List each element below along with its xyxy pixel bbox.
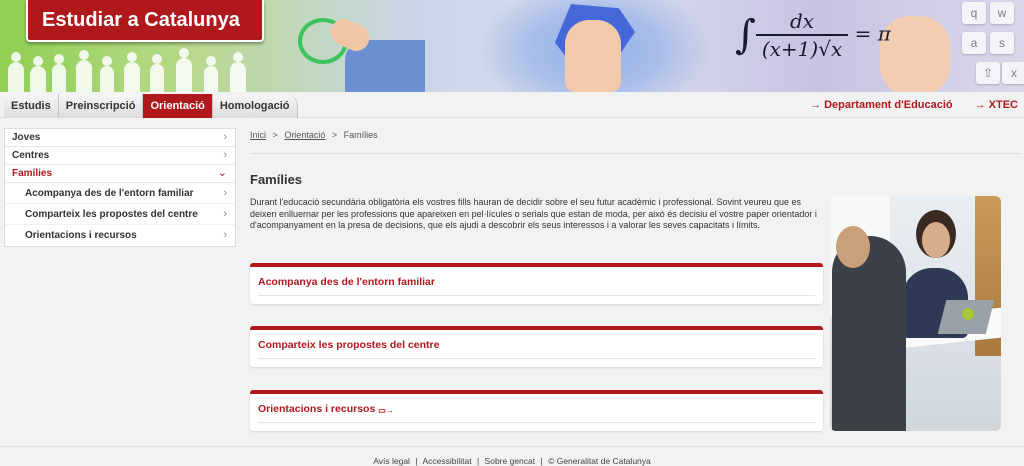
footer-link-accessibilitat[interactable]: Accessibilitat — [422, 456, 471, 466]
chevron-right-icon: › — [223, 208, 227, 220]
tab-preinscripcio[interactable]: Preinscripció — [58, 94, 144, 118]
breadcrumb-home[interactable]: Inici — [250, 130, 266, 140]
xtec-link[interactable]: → XTEC — [975, 92, 1018, 118]
card-divider — [258, 358, 815, 359]
card-title[interactable]: Acompanya des de l'entorn familiar — [258, 276, 435, 288]
intro-text: Durant l'educació secundària obligatòria… — [250, 197, 817, 230]
external-links: → Departament d'Educació → XTEC — [810, 92, 1018, 118]
card-title[interactable]: Comparteix les propostes del centre — [258, 339, 439, 351]
hand-illustration — [565, 20, 621, 92]
top-navigation: Estudis Preinscripció Orientació Homolog… — [0, 92, 1024, 118]
arrow-right-icon: → — [974, 99, 986, 111]
card-orientacions[interactable]: Orientacions i recursos ▭→ — [250, 390, 823, 431]
family-meeting-photo — [830, 196, 1001, 431]
sidebar-subitem-orientacions[interactable]: Orientacions i recursos › — [5, 225, 235, 246]
key-a: a — [962, 32, 986, 54]
chevron-down-icon: ⌄ — [217, 167, 227, 179]
people-silhouettes — [0, 48, 270, 92]
footer-separator: | — [540, 456, 543, 466]
link-label: Departament d'Educació — [824, 99, 953, 111]
sidebar-menu: Joves › Centres › Famílies ⌄ Acompanya d… — [4, 128, 236, 247]
key-x: x — [1002, 62, 1024, 84]
sidebar-item-label: Famílies — [12, 168, 53, 179]
divider — [250, 153, 1020, 154]
footer: Avís legal | Accessibilitat | Sobre genc… — [0, 456, 1024, 466]
page-title: Famílies — [250, 172, 303, 187]
footer-separator: | — [415, 456, 418, 466]
breadcrumb: Inici > Orientació > Famílies — [250, 130, 378, 140]
arrow-right-icon: → — [810, 99, 822, 111]
sidebar-subitem-comparteix[interactable]: Comparteix les propostes del centre › — [5, 204, 235, 225]
chevron-right-icon: › — [223, 131, 227, 143]
card-acompanya[interactable]: Acompanya des de l'entorn familiar — [250, 263, 823, 304]
chevron-right-icon: › — [223, 149, 227, 161]
sidebar-item-families[interactable]: Famílies ⌄ — [5, 165, 235, 183]
footer-link-sobre-gencat[interactable]: Sobre gencat — [485, 456, 536, 466]
key-q: q — [962, 2, 986, 24]
tab-orientacio[interactable]: Orientació — [143, 94, 213, 118]
link-label: XTEC — [988, 99, 1018, 111]
sidebar-subitem-acompanya[interactable]: Acompanya des de l'entorn familiar › — [5, 183, 235, 204]
chevron-right-icon: › — [223, 187, 227, 199]
departament-educacio-link[interactable]: → Departament d'Educació — [810, 92, 953, 118]
tab-homologacio[interactable]: Homologació — [212, 94, 298, 118]
sidebar-subitem-label: Orientacions i recursos — [25, 230, 137, 241]
breadcrumb-separator: > — [272, 130, 278, 140]
card-comparteix[interactable]: Comparteix les propostes del centre — [250, 326, 823, 367]
breadcrumb-section[interactable]: Orientació — [284, 130, 325, 140]
footer-copyright[interactable]: © Generalitat de Catalunya — [548, 456, 651, 466]
chevron-right-icon: › — [223, 229, 227, 241]
key-w: w — [990, 2, 1014, 24]
site-title[interactable]: Estudiar a Catalunya — [26, 0, 264, 42]
footer-divider — [0, 446, 1024, 447]
sidebar-subitem-label: Acompanya des de l'entorn familiar — [25, 188, 194, 199]
key-s: s — [990, 32, 1014, 54]
sidebar-item-label: Joves — [12, 132, 41, 143]
card-title: Orientacions i recursos — [258, 403, 376, 415]
math-formula-illustration: ∫ dx (x+1)√x = π — [735, 9, 891, 61]
tab-estudis[interactable]: Estudis — [4, 94, 59, 118]
breadcrumb-current: Famílies — [343, 130, 378, 140]
sidebar-item-centres[interactable]: Centres › — [5, 147, 235, 165]
card-title-wrapper[interactable]: Orientacions i recursos ▭→ — [258, 403, 394, 415]
sidebar-subitem-label: Comparteix les propostes del centre — [25, 209, 198, 220]
footer-link-avis-legal[interactable]: Avís legal — [373, 456, 410, 466]
breadcrumb-separator: > — [331, 130, 338, 140]
key-shift: ⇧ — [976, 62, 1000, 84]
keyboard-keys-illustration: q w a s ⇧ x — [958, 0, 1024, 92]
external-link-icon: ▭→ — [378, 406, 394, 415]
main-tabs: Estudis Preinscripció Orientació Homolog… — [4, 94, 298, 118]
card-divider — [258, 295, 815, 296]
sidebar-item-joves[interactable]: Joves › — [5, 129, 235, 147]
card-divider — [258, 422, 815, 423]
footer-separator: | — [476, 456, 480, 466]
sidebar-item-label: Centres — [12, 150, 50, 161]
